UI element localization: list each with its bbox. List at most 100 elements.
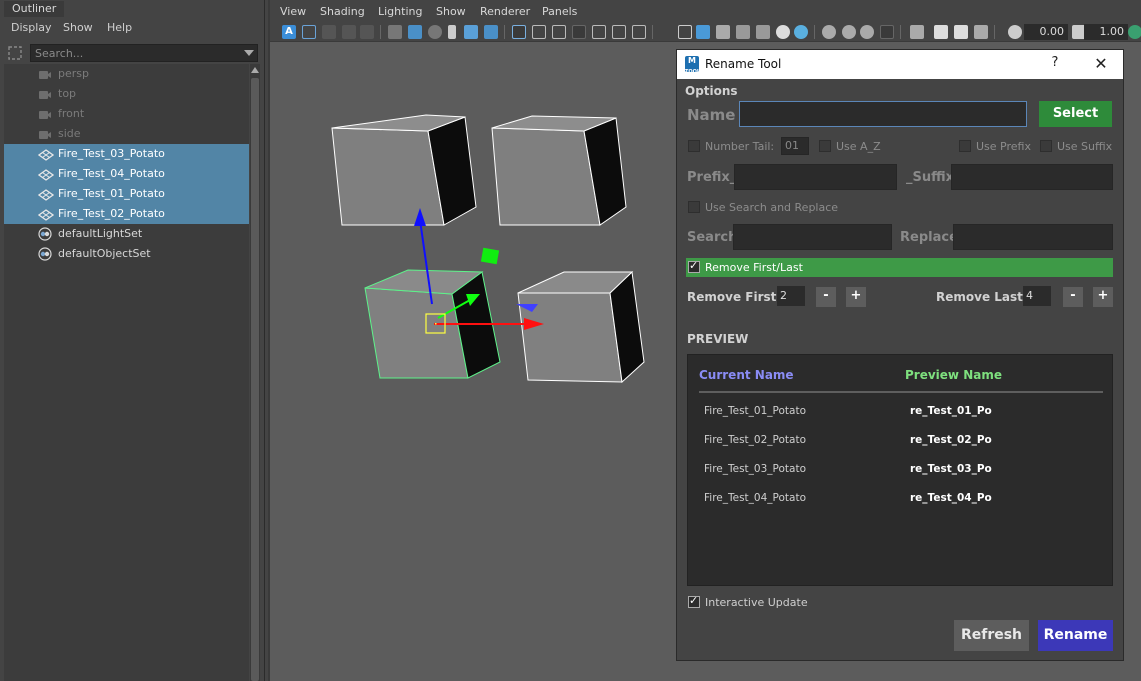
field-chart-icon[interactable] [592,25,606,39]
shadows-icon[interactable] [794,25,808,39]
pan-zoom-icon[interactable] [464,25,478,39]
remove-last-plus-button[interactable]: + [1093,287,1113,307]
menu-renderer[interactable]: Renderer [480,5,530,18]
preview-name-cell: re_Test_01_Po [910,405,992,417]
select-button[interactable]: Select [1039,101,1112,127]
ai-icon[interactable]: A [282,25,296,39]
prefix-input[interactable] [734,164,897,190]
number-tail-label: Number Tail: [705,140,775,153]
menu-panels[interactable]: Panels [542,5,577,18]
outliner-item-top[interactable]: top [4,84,249,104]
outliner-panel: Outliner Display Show Help persp top fro… [0,0,265,681]
textured-icon[interactable] [736,25,750,39]
remove-first-plus-button[interactable]: + [846,287,866,307]
exposure-icon[interactable] [1008,25,1022,39]
safe-action-icon[interactable] [612,25,626,39]
wireframe-icon[interactable] [678,25,692,39]
menu-shading[interactable]: Shading [320,5,365,18]
wireframe-on-shaded-icon[interactable] [716,25,730,39]
outliner-item-label: Fire_Test_01_Potato [58,187,165,200]
anti-alias-icon[interactable] [860,25,874,39]
select-camera-icon[interactable] [302,25,316,39]
checker-icon[interactable] [756,25,770,39]
rename-tool-titlebar[interactable]: M TOOL Rename Tool ? ✕ [677,50,1123,79]
depth-of-field-icon[interactable] [880,25,894,39]
menu-lighting[interactable]: Lighting [378,5,422,18]
use-search-replace-checkbox[interactable] [688,201,700,213]
menu-view[interactable]: View [280,5,306,18]
menu-help[interactable]: Help [107,21,132,34]
remove-first-input[interactable]: 2 [777,286,805,306]
table-row: Fire_Test_04_Potato re_Test_04_Po [688,492,1112,512]
exposure-field[interactable]: 0.00 [1024,24,1068,40]
gamma-field[interactable]: 1.00 [1084,24,1128,40]
safe-title-icon[interactable] [632,25,646,39]
outliner-item-set[interactable]: defaultLightSet [4,224,249,244]
cube-mesh[interactable] [331,114,477,226]
image-plane-icon[interactable] [360,25,374,39]
use-prefix-checkbox[interactable] [959,140,971,152]
remove-first-last-row[interactable]: Remove First/Last [686,258,1113,277]
remove-last-minus-button[interactable]: - [1063,287,1083,307]
refresh-button[interactable]: Refresh [954,620,1029,651]
resolution-gate-icon[interactable] [552,25,566,39]
number-tail-checkbox[interactable] [688,140,700,152]
outliner-item-mesh[interactable]: Fire_Test_03_Potato [4,144,249,164]
filter-icon[interactable] [8,46,22,60]
outliner-item-mesh[interactable]: Fire_Test_01_Potato [4,184,249,204]
outliner-search-input[interactable] [31,45,231,61]
xray-joints-icon[interactable] [954,25,968,39]
use-suffix-checkbox[interactable] [1040,140,1052,152]
scroll-up-icon[interactable] [251,67,259,73]
grid-icon[interactable] [512,25,526,39]
close-button[interactable]: ✕ [1091,54,1111,74]
replace-input[interactable] [953,224,1113,250]
xray-icon[interactable] [934,25,948,39]
search-dropdown-icon[interactable] [244,50,254,56]
outliner-item-side[interactable]: side [4,124,249,144]
camera-icon[interactable] [388,25,402,39]
outliner-item-front[interactable]: front [4,104,249,124]
use-az-checkbox[interactable] [819,140,831,152]
name-input[interactable] [739,101,1027,127]
menu-display[interactable]: Display [11,21,52,34]
interactive-update-checkbox[interactable] [688,594,700,608]
number-tail-input[interactable]: 01 [781,137,809,155]
preview-name-cell: re_Test_04_Po [910,492,992,504]
film-gate-toggle-icon[interactable] [532,25,546,39]
outliner-scrollbar[interactable] [250,64,260,681]
help-button[interactable]: ? [1047,55,1063,73]
motion-blur-icon[interactable] [842,25,856,39]
grease-pencil-icon[interactable] [484,25,498,39]
use-suffix-label: Use Suffix [1057,140,1113,153]
camera-attr-icon[interactable] [408,25,422,39]
ambient-occlusion-icon[interactable] [822,25,836,39]
xray-active-icon[interactable] [974,25,988,39]
lights-icon[interactable] [776,25,790,39]
remove-first-last-checkbox[interactable] [688,259,700,273]
outliner-item-mesh[interactable]: Fire_Test_02_Potato [4,204,249,224]
remove-first-minus-button[interactable]: - [816,287,836,307]
viewport-menubar: View Shading Lighting Show Renderer Pane… [270,0,1141,22]
outliner-item-persp[interactable]: persp [4,64,249,84]
bookmark-icon[interactable] [342,25,356,39]
lock-camera-icon[interactable] [322,25,336,39]
menu-show[interactable]: Show [63,21,93,34]
cube-mesh[interactable] [491,115,627,226]
scrollbar-thumb[interactable] [251,78,259,681]
rename-button[interactable]: Rename [1038,620,1113,651]
suffix-input[interactable] [951,164,1113,190]
gate-mask-icon[interactable] [572,25,586,39]
outliner-item-set[interactable]: defaultObjectSet [4,244,249,264]
cube-mesh[interactable] [516,270,645,384]
bookmark-flag-icon[interactable] [448,25,456,39]
smooth-shade-icon[interactable] [696,25,710,39]
outliner-search-box[interactable] [30,44,258,62]
remove-last-input[interactable]: 4 [1023,286,1051,306]
outliner-item-mesh[interactable]: Fire_Test_04_Potato [4,164,249,184]
menu-show[interactable]: Show [436,5,466,18]
isolate-select-icon[interactable] [910,25,924,39]
color-management-icon[interactable] [1128,25,1141,39]
search-input[interactable] [733,224,892,250]
film-gate-icon[interactable] [428,25,442,39]
